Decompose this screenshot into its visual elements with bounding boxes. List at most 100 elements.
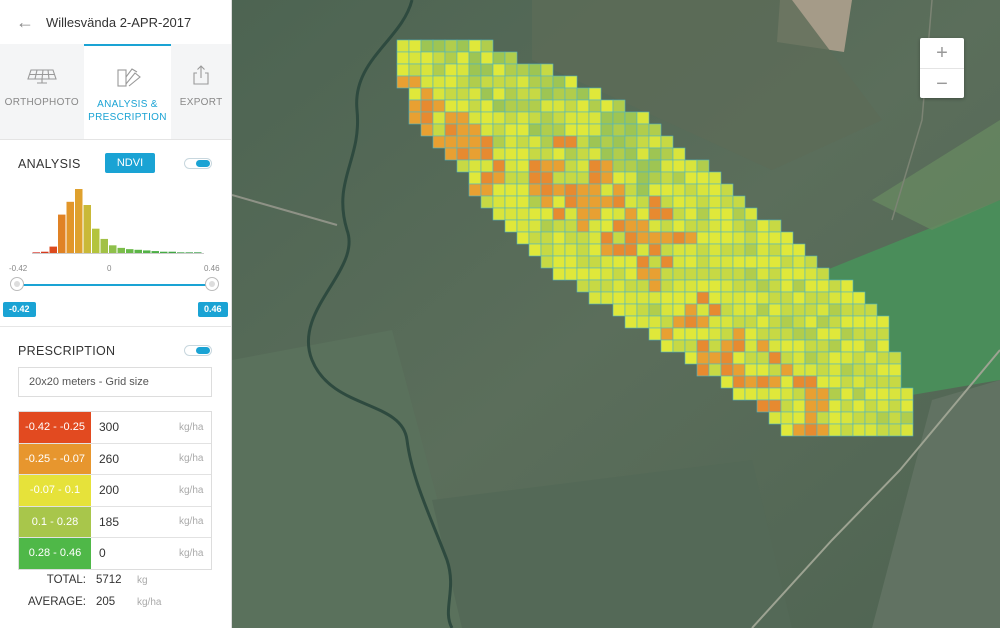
grid-cell (540, 159, 554, 173)
range-slider-track[interactable] (17, 284, 213, 286)
arrow-left-icon[interactable]: ← (16, 12, 36, 33)
grid-cell (780, 291, 794, 305)
grid-cell (840, 279, 854, 293)
grid-cell (840, 375, 854, 389)
grid-cell (576, 267, 590, 281)
grid-cell (660, 207, 674, 221)
grid-cell (516, 135, 530, 149)
grid-cell (684, 327, 698, 341)
rate-input[interactable]: 185 (91, 515, 179, 529)
grid-cell (408, 51, 422, 65)
grid-cell (792, 255, 806, 269)
rate-input[interactable]: 200 (91, 483, 179, 497)
zoom-in-button[interactable]: + (920, 38, 964, 69)
grid-cell (720, 255, 734, 269)
grid-cell (624, 111, 638, 125)
grid-cell (816, 279, 830, 293)
grid-size-select[interactable]: 20x20 meters - Grid size (18, 367, 212, 397)
grid-cell (660, 183, 674, 197)
grid-cell (552, 135, 566, 149)
tab-analysis-prescription[interactable]: ANALYSIS & PRESCRIPTION (83, 44, 172, 139)
grid-cell (696, 351, 710, 365)
ndvi-button[interactable]: NDVI (105, 153, 155, 173)
grid-cell (420, 111, 434, 125)
grid-cell (588, 159, 602, 173)
grid-cell (672, 267, 686, 281)
prescription-row: 0.1 - 0.28 185 kg/ha (19, 506, 211, 538)
grid-cell (528, 159, 542, 173)
slider-min-handle[interactable] (10, 277, 24, 291)
grid-cell (744, 207, 758, 221)
grid-cell (876, 339, 890, 353)
grid-cell (600, 279, 614, 293)
grid-cell (660, 195, 674, 209)
grid-cell (576, 135, 590, 149)
grid-cell (708, 171, 722, 185)
grid-cell (588, 111, 602, 125)
grid-cell (456, 123, 470, 137)
grid-cell (768, 315, 782, 329)
grid-cell (684, 183, 698, 197)
grid-cell (588, 219, 602, 233)
grid-cell (540, 147, 554, 161)
grid-cell (624, 315, 638, 329)
analysis-toggle[interactable] (184, 158, 212, 169)
grid-cell (504, 99, 518, 113)
grid-cell (768, 219, 782, 233)
unit-label: kg/ha (179, 421, 204, 433)
grid-cell (468, 171, 482, 185)
grid-cell (720, 351, 734, 365)
grid-cell (792, 279, 806, 293)
grid-cell (588, 207, 602, 221)
tab-export[interactable]: EXPORT (171, 44, 231, 139)
zoom-out-button[interactable]: − (920, 69, 964, 99)
grid-cell (576, 183, 590, 197)
grid-cell (672, 303, 686, 317)
grid-cell (792, 291, 806, 305)
grid-cell (648, 279, 662, 293)
grid-cell (732, 219, 746, 233)
prescription-row: -0.42 - -0.25 300 kg/ha (19, 412, 211, 444)
grid-cell (732, 291, 746, 305)
grid-cell (552, 207, 566, 221)
grid-cell (456, 147, 470, 161)
grid-cell (552, 159, 566, 173)
prescription-toggle[interactable] (184, 345, 212, 356)
grid-cell (852, 387, 866, 401)
grid-cell (540, 63, 554, 77)
rate-input[interactable]: 300 (91, 420, 179, 434)
grid-cell (816, 267, 830, 281)
grid-cell (792, 351, 806, 365)
grid-cell (840, 327, 854, 341)
grid-cell (480, 75, 494, 89)
average-unit: kg/ha (137, 597, 162, 608)
grid-cell (432, 39, 446, 53)
grid-cell (744, 255, 758, 269)
grid-cell (708, 339, 722, 353)
grid-cell (480, 195, 494, 209)
grid-cell (684, 279, 698, 293)
grid-cell (576, 99, 590, 113)
grid-cell (780, 231, 794, 245)
grid-cell (528, 171, 542, 185)
grid-cell (588, 267, 602, 281)
sidebar-panel: ← Willesvända 2-APR-2017 ORTHOPHOTO ANAL… (0, 0, 232, 628)
grid-cell (600, 195, 614, 209)
grid-cell (648, 219, 662, 233)
grid-cell (516, 219, 530, 233)
rate-input[interactable]: 0 (91, 546, 179, 560)
grid-cell (492, 135, 506, 149)
grid-cell (768, 351, 782, 365)
grid-cell (576, 195, 590, 209)
grid-cell (636, 231, 650, 245)
grid-cell (480, 183, 494, 197)
grid-cell (828, 411, 842, 425)
tab-orthophoto[interactable]: ORTHOPHOTO (0, 44, 84, 139)
grid-cell (840, 291, 854, 305)
rate-input[interactable]: 260 (91, 452, 179, 466)
grid-cell (732, 315, 746, 329)
grid-cell (564, 99, 578, 113)
satellite-map[interactable]: + − (232, 0, 1000, 628)
slider-max-handle[interactable] (205, 277, 219, 291)
grid-cell (552, 147, 566, 161)
